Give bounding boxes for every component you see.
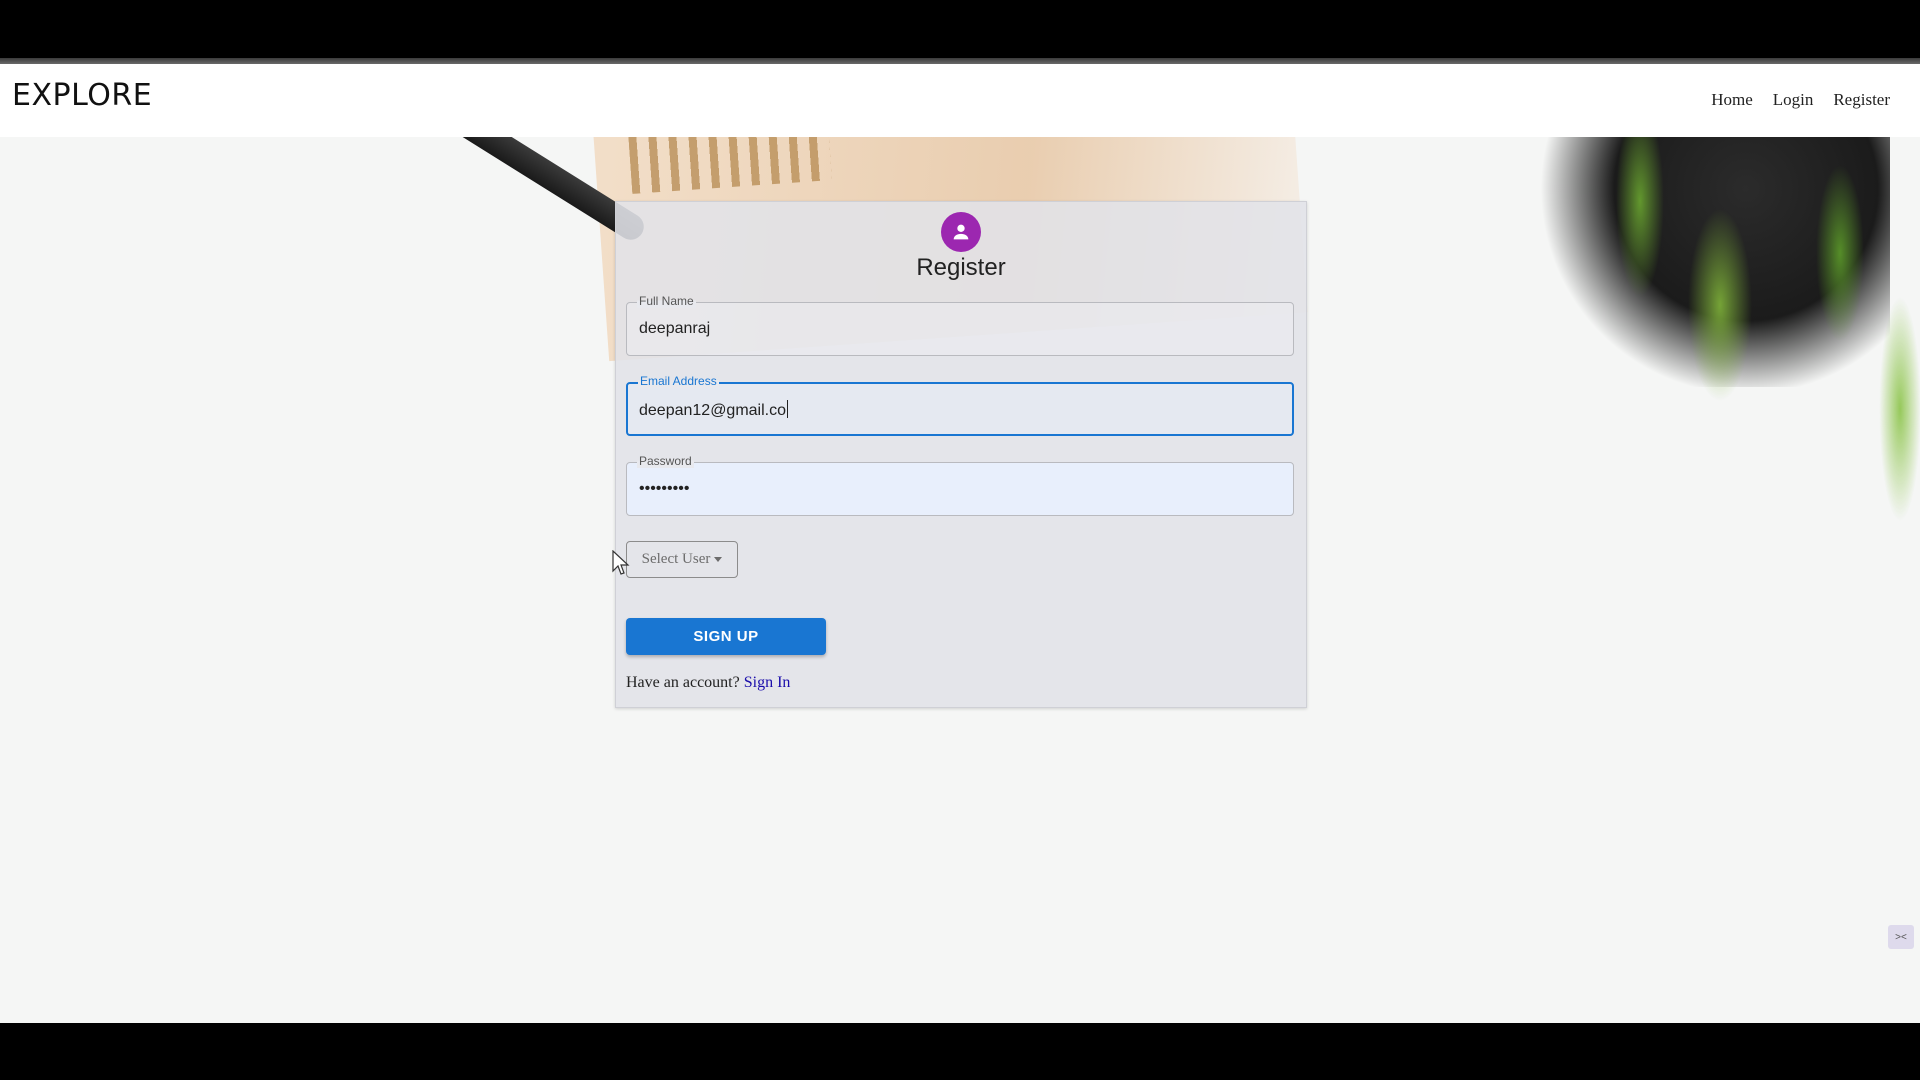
mouse-cursor-icon — [612, 550, 630, 575]
password-label: Password — [637, 454, 694, 468]
select-user-label: Select User — [641, 551, 711, 567]
email-value-wrapper: deepan12@gmail.co — [639, 400, 789, 420]
background-plant-image — [1560, 137, 1920, 617]
password-field[interactable]: Password ••••••••• — [626, 454, 1294, 516]
side-widget-icon[interactable]: >< — [1888, 925, 1914, 949]
caret-down-icon — [714, 557, 723, 562]
email-label: Email Address — [638, 374, 719, 388]
account-prompt-text: Have an account? — [626, 674, 740, 691]
account-prompt-row: Have an account? Sign In — [626, 674, 790, 692]
video-letterbox-top — [0, 0, 1920, 58]
sign-in-link[interactable]: Sign In — [744, 674, 791, 691]
nav-link-register[interactable]: Register — [1833, 90, 1890, 110]
select-user-dropdown[interactable]: Select User — [626, 541, 738, 578]
nav-link-home[interactable]: Home — [1711, 90, 1753, 110]
person-icon — [941, 212, 981, 252]
navbar: EXPLORE Home Login Register — [0, 64, 1920, 137]
register-card: Register Full Name deepanraj Email Addre… — [615, 201, 1307, 708]
full-name-label: Full Name — [637, 294, 696, 308]
email-value: deepan12@gmail.co — [639, 402, 787, 419]
video-letterbox-bottom — [0, 1023, 1920, 1080]
sign-up-button[interactable]: SIGN UP — [626, 618, 826, 655]
email-field[interactable]: Email Address deepan12@gmail.co — [626, 374, 1294, 436]
text-caret — [787, 400, 789, 418]
register-title: Register — [916, 254, 1006, 281]
password-value: ••••••••• — [639, 480, 690, 497]
nav-link-login[interactable]: Login — [1773, 90, 1814, 110]
full-name-value: deepanraj — [639, 320, 711, 337]
nav-links: Home Login Register — [1711, 90, 1890, 110]
hero-background: Register Full Name deepanraj Email Addre… — [0, 137, 1920, 1023]
full-name-field[interactable]: Full Name deepanraj — [626, 294, 1294, 356]
brand-logo[interactable]: EXPLORE — [12, 78, 152, 113]
